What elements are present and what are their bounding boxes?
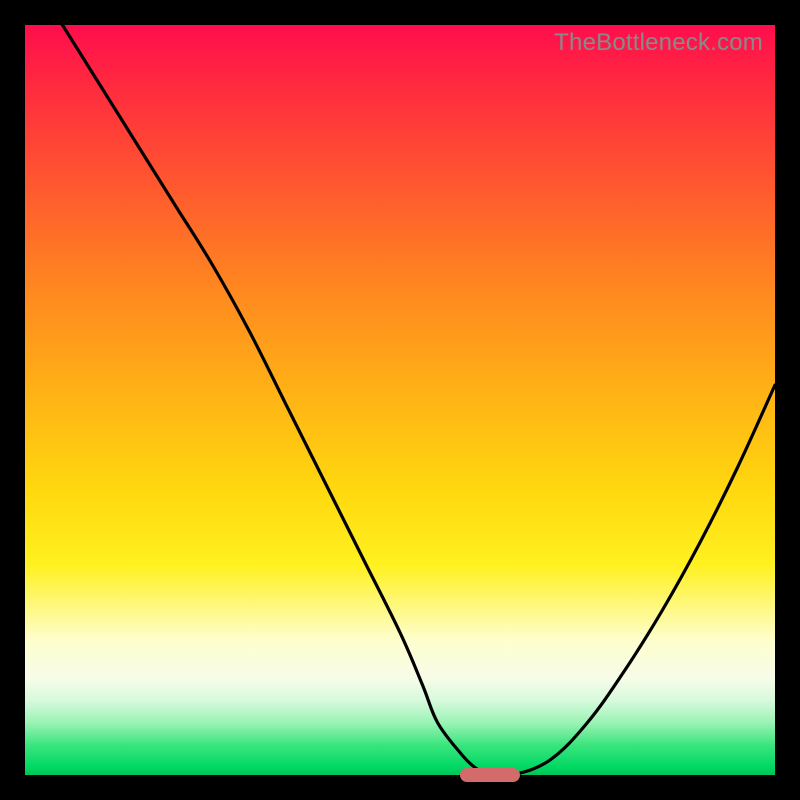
curve-svg: [25, 25, 775, 775]
bottleneck-curve: [63, 25, 776, 777]
min-marker: [460, 768, 520, 782]
plot-area: TheBottleneck.com: [25, 25, 775, 775]
chart-frame: TheBottleneck.com: [0, 0, 800, 800]
